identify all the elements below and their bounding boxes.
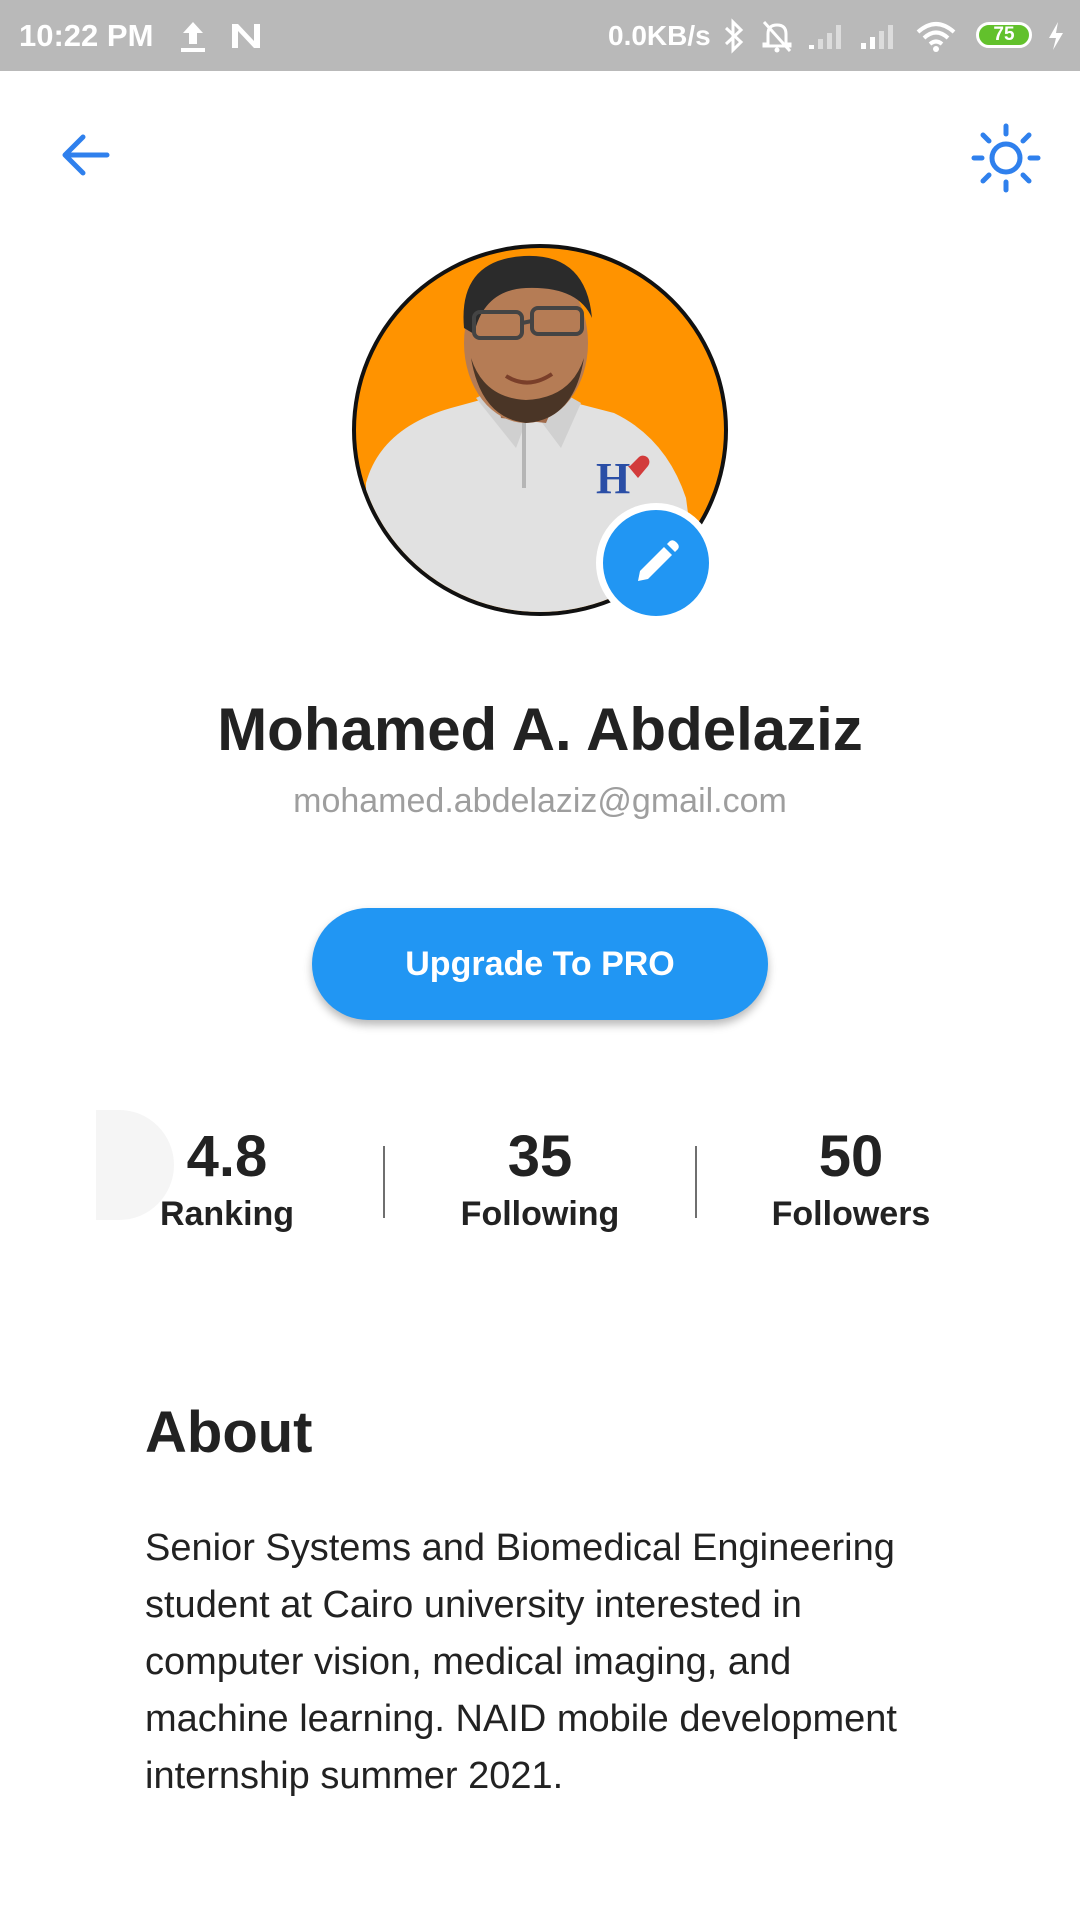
stat-label: Followers [771, 1195, 931, 1233]
back-arrow-icon [62, 134, 110, 176]
stat-value: 4.8 [186, 1124, 268, 1189]
bluetooth-icon [720, 0, 748, 71]
status-bar: 10:22 PM 0.0KB/s 75 [0, 0, 1080, 71]
network-speed: 0.0KB/s [608, 20, 711, 51]
svg-text:H: H [596, 454, 630, 503]
mute-bell-icon [758, 0, 796, 71]
signal-icon [806, 0, 848, 71]
edit-avatar-button[interactable] [596, 503, 716, 623]
status-time: 10:22 PM [19, 18, 154, 53]
about-text: Senior Systems and Biomedical Engineerin… [145, 1527, 897, 1797]
stat-label: Following [460, 1195, 620, 1233]
upgrade-to-pro-button[interactable]: Upgrade To PRO [312, 908, 768, 1020]
sun-icon [971, 123, 1041, 193]
stat-ranking[interactable]: 4.8 Ranking [107, 1122, 347, 1236]
stat-divider [695, 1146, 697, 1218]
n-notification-icon [228, 0, 264, 71]
profile-avatar-container: H [352, 244, 732, 623]
pencil-icon [638, 540, 679, 581]
upload-icon [176, 0, 210, 71]
stat-value: 35 [507, 1124, 573, 1189]
stat-followers[interactable]: 50 Followers [731, 1122, 971, 1236]
theme-toggle-button[interactable] [968, 120, 1044, 196]
profile-email: mohamed.abdelaziz@gmail.com [293, 782, 787, 820]
stat-divider [383, 1146, 385, 1218]
back-button[interactable] [50, 120, 120, 190]
signal-icon [858, 0, 900, 71]
stat-value: 50 [818, 1124, 884, 1189]
stat-following[interactable]: 35 Following [420, 1122, 660, 1236]
wifi-icon [914, 0, 958, 71]
charging-icon [1044, 0, 1068, 71]
about-title: About [145, 1400, 313, 1465]
profile-name: Mohamed A. Abdelaziz [217, 696, 863, 763]
battery-icon: 75 [976, 22, 1032, 48]
stat-label: Ranking [159, 1195, 295, 1233]
